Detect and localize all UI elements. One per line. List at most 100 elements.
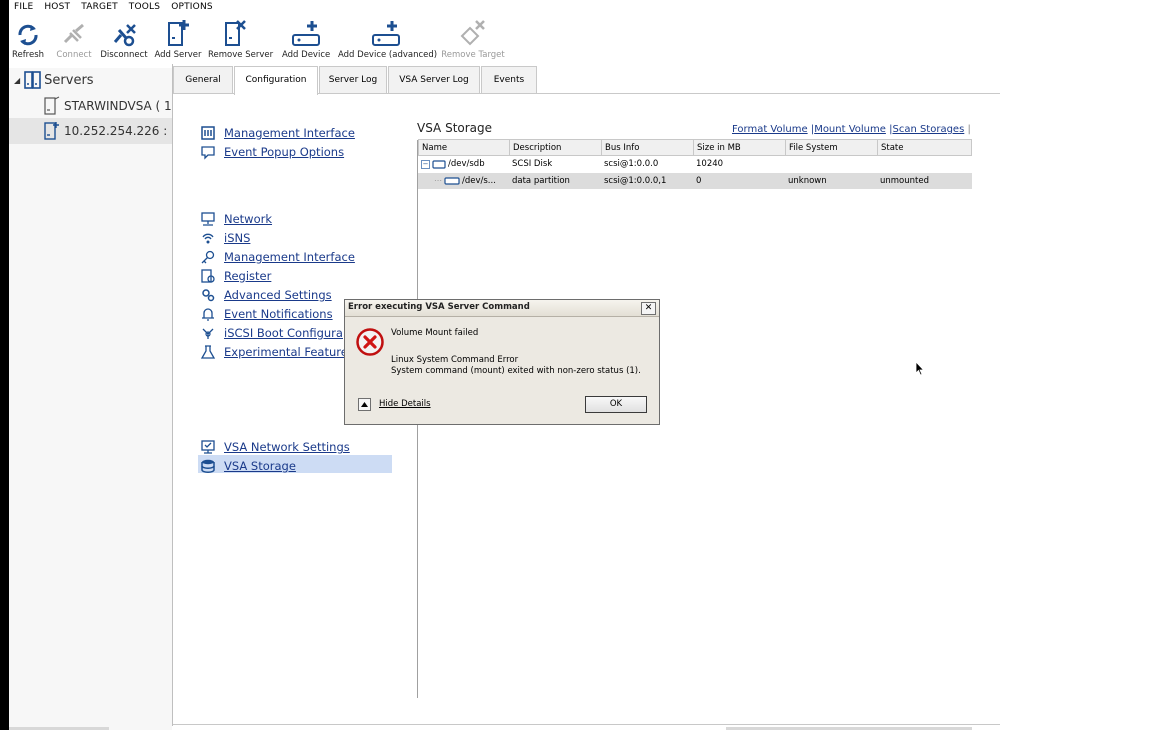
cfg-link[interactable]: VSA Network Settings (224, 440, 350, 454)
menu-target[interactable]: TARGET (81, 2, 118, 16)
add-device-label: Add Device (282, 50, 331, 60)
management-interface-icon (201, 126, 215, 140)
close-icon[interactable]: ✕ (641, 302, 656, 315)
refresh-label: Refresh (11, 50, 45, 60)
add-device-advanced-button[interactable]: Add Device (advanced) (338, 21, 438, 64)
tab-server-log[interactable]: Server Log (319, 66, 387, 93)
disconnect-button[interactable]: Disconnect (100, 22, 148, 64)
cfg-management-interface[interactable]: Management Interface (200, 248, 355, 266)
hide-details-toggle[interactable] (358, 398, 371, 411)
cfg-network[interactable]: Network (200, 210, 272, 228)
menu-host[interactable]: HOST (44, 2, 70, 16)
menu-tools[interactable]: TOOLS (129, 2, 160, 16)
dialog-title: Error executing VSA Server Command (348, 302, 530, 312)
cell-name-text: /dev/s... (462, 176, 496, 186)
format-volume-link[interactable]: Format Volume (732, 124, 808, 135)
table-row[interactable]: − /dev/sdb SCSI Disk scsi@1:0.0.0 10240 (418, 156, 972, 172)
cfg-isns[interactable]: iSNS (200, 229, 250, 247)
cfg-event-notifications[interactable]: Event Notifications (200, 305, 333, 323)
vsa-storage-grid: Name Description Bus Info Size in MB Fil… (418, 139, 972, 191)
tab-general[interactable]: General (173, 66, 233, 93)
add-server-label: Add Server (154, 50, 202, 60)
cfg-link[interactable]: iSCSI Boot Configura (224, 326, 343, 340)
cell-state: unmounted (880, 176, 929, 186)
dialog-title-bar[interactable]: Error executing VSA Server Command ✕ (345, 300, 659, 317)
add-device-advanced-label: Add Device (advanced) (338, 50, 438, 60)
cfg-link[interactable]: VSA Storage (224, 459, 296, 473)
menu-file[interactable]: FILE (14, 2, 33, 16)
tab-vsa-server-log[interactable]: VSA Server Log (388, 66, 480, 93)
vsa-network-icon (201, 440, 215, 454)
tree-root-servers[interactable]: ◢ Servers (14, 71, 94, 89)
key-icon (201, 250, 215, 264)
column-header-file-system[interactable]: File System (785, 139, 878, 156)
dialog-detail-line-1: Linux System Command Error (391, 355, 519, 365)
gear-icon (202, 289, 215, 302)
cell-name: ⋯ /dev/s... (434, 173, 510, 189)
disconnect-icon (113, 24, 136, 47)
tab-configuration[interactable]: Configuration (234, 66, 318, 95)
cfg-vsa-storage[interactable]: VSA Storage (200, 457, 296, 475)
tab-events[interactable]: Events (481, 66, 537, 93)
cfg-experimental-features[interactable]: Experimental Features (200, 343, 354, 361)
vsa-storage-title: VSA Storage (417, 121, 493, 135)
server-connected-icon (44, 122, 59, 140)
cfg-management-interface-top[interactable]: Management Interface (200, 124, 355, 142)
cfg-link[interactable]: iSNS (224, 231, 250, 245)
menu-options[interactable]: OPTIONS (171, 2, 213, 16)
cell-name: − /dev/sdb (421, 156, 511, 172)
remove-target-label: Remove Target (441, 50, 505, 60)
cfg-advanced-settings[interactable]: Advanced Settings (200, 286, 332, 304)
cfg-event-popup-options[interactable]: Event Popup Options (200, 143, 344, 161)
cfg-link[interactable]: Register (224, 269, 271, 283)
left-edge-strip (0, 0, 9, 730)
column-header-size[interactable]: Size in MB (693, 139, 786, 156)
tree-node-10-252-254-226[interactable]: 10.252.254.226 : (44, 121, 174, 141)
add-device-button[interactable]: Add Device (282, 21, 331, 64)
bottom-border (173, 724, 1000, 725)
cfg-link[interactable]: Experimental Features (224, 345, 354, 359)
cfg-link[interactable]: Event Popup Options (224, 145, 344, 159)
remove-server-button[interactable]: Remove Server (208, 20, 273, 64)
column-header-description[interactable]: Description (509, 139, 602, 156)
cell-file-system: unknown (788, 176, 827, 186)
toolbar: Refresh Connect Disconnect Add Server Re… (10, 20, 510, 64)
tree-connector: ⋯ (434, 176, 442, 185)
collapse-icon[interactable]: − (421, 159, 430, 169)
cfg-vsa-network-settings[interactable]: VSA Network Settings (200, 438, 350, 456)
cfg-link[interactable]: Management Interface (224, 250, 355, 264)
partition-icon (444, 177, 460, 185)
bell-icon (202, 308, 214, 321)
cfg-link[interactable]: Advanced Settings (224, 288, 332, 302)
refresh-button[interactable]: Refresh (10, 22, 46, 64)
flask-icon (200, 345, 216, 359)
cfg-link[interactable]: Management Interface (224, 126, 355, 140)
hide-details-label[interactable]: Hide Details (379, 399, 431, 409)
column-header-bus-info[interactable]: Bus Info (601, 139, 694, 156)
tree-node-starwindvsa[interactable]: STARWINDVSA ( 1 (44, 96, 174, 116)
cfg-link[interactable]: Network (224, 212, 272, 226)
triangle-up-icon (361, 402, 368, 407)
table-row[interactable]: ⋯ /dev/s... data partition scsi@1:0.0.0,… (418, 173, 972, 189)
column-header-name[interactable]: Name (418, 139, 510, 156)
add-server-button[interactable]: Add Server (154, 20, 202, 64)
register-icon (201, 269, 215, 283)
cell-description: data partition (512, 176, 570, 186)
column-header-state[interactable]: State (877, 139, 972, 156)
add-server-icon (168, 20, 189, 46)
remove-target-button[interactable]: Remove Target (440, 20, 506, 64)
scan-storages-link[interactable]: Scan Storages (892, 124, 964, 135)
expand-triangle-icon[interactable]: ◢ (14, 76, 20, 85)
dialog-message: Volume Mount failed (391, 328, 479, 338)
connect-button[interactable]: Connect (54, 22, 94, 64)
cfg-iscsi-boot-configuration[interactable]: iSCSI Boot Configura (200, 324, 343, 342)
event-popup-icon (201, 146, 215, 160)
cell-bus-info: scsi@1:0.0.0,1 (604, 176, 667, 186)
tab-bar: General Configuration Server Log VSA Ser… (173, 66, 573, 95)
cfg-link[interactable]: Event Notifications (224, 307, 333, 321)
mount-volume-link[interactable]: Mount Volume (814, 124, 886, 135)
cfg-register[interactable]: Register (200, 267, 271, 285)
cell-name-text: /dev/sdb (448, 159, 485, 169)
ok-button[interactable]: OK (585, 396, 647, 413)
add-device-icon (292, 21, 320, 46)
